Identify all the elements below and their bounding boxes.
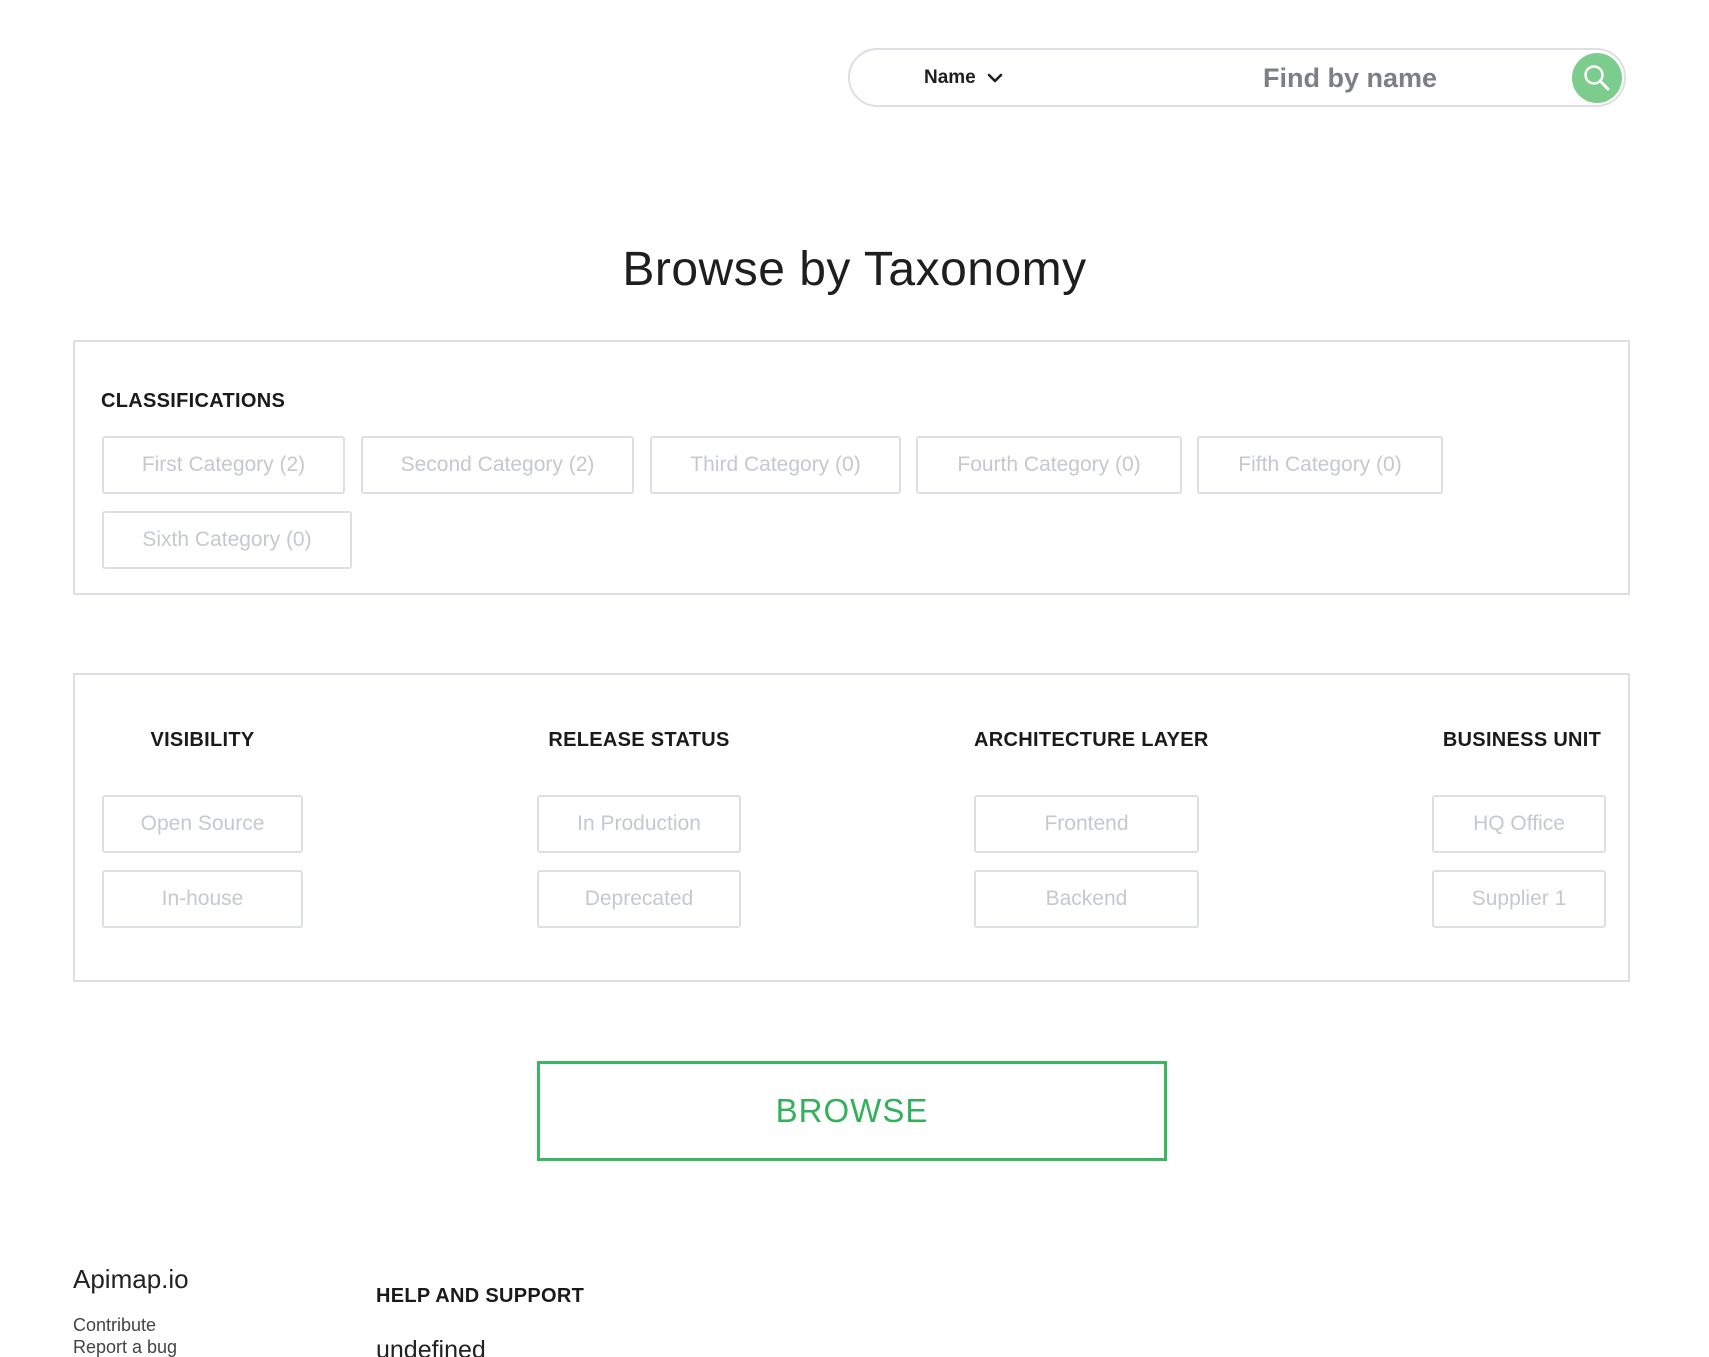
classifications-panel: CLASSIFICATIONS First Category (2) Secon… [73,340,1630,595]
contribute-link[interactable]: Contribute [73,1314,177,1336]
page-title: Browse by Taxonomy [622,243,1087,296]
help-support-title: HELP AND SUPPORT [376,1285,585,1307]
taxonomy-panel: VISIBILITY Open Source In-house RELEASE … [73,673,1630,982]
business-unit-option[interactable]: HQ Office [1432,795,1606,853]
release-status-option[interactable]: Deprecated [537,870,741,928]
search-button[interactable] [1572,53,1622,103]
search-filter-label: Name [924,66,976,88]
footer-links: Contribute Report a bug [73,1314,177,1357]
classification-chip[interactable]: Sixth Category (0) [102,511,352,569]
search-input[interactable] [1200,58,1500,98]
architecture-layer-title: ARCHITECTURE LAYER [974,729,1209,751]
visibility-title: VISIBILITY [150,729,255,751]
report-bug-link[interactable]: Report a bug [73,1336,177,1357]
page: Name Browse by Taxonomy CLASSIFICATIONS … [0,0,1709,1357]
browse-button[interactable]: BROWSE [537,1061,1167,1161]
classification-chip[interactable]: Second Category (2) [361,436,634,494]
classification-chip[interactable]: Fifth Category (0) [1197,436,1443,494]
release-status-option[interactable]: In Production [537,795,741,853]
search-filter-dropdown[interactable]: Name [924,50,1004,105]
classification-chip[interactable]: Third Category (0) [650,436,901,494]
visibility-option[interactable]: In-house [102,870,303,928]
architecture-layer-option[interactable]: Backend [974,870,1199,928]
chevron-down-icon [987,73,1003,82]
classification-chip[interactable]: Fourth Category (0) [916,436,1182,494]
footer-brand: Apimap.io [73,1264,189,1294]
business-unit-title: BUSINESS UNIT [1442,729,1602,751]
architecture-layer-option[interactable]: Frontend [974,795,1199,853]
search-bar: Name [848,48,1626,107]
business-unit-option[interactable]: Supplier 1 [1432,870,1606,928]
help-support-value: undefined [376,1336,486,1357]
classification-chip[interactable]: First Category (2) [102,436,345,494]
visibility-option[interactable]: Open Source [102,795,303,853]
release-status-title: RELEASE STATUS [548,729,730,751]
search-icon [1584,65,1610,91]
classifications-title: CLASSIFICATIONS [101,390,286,412]
